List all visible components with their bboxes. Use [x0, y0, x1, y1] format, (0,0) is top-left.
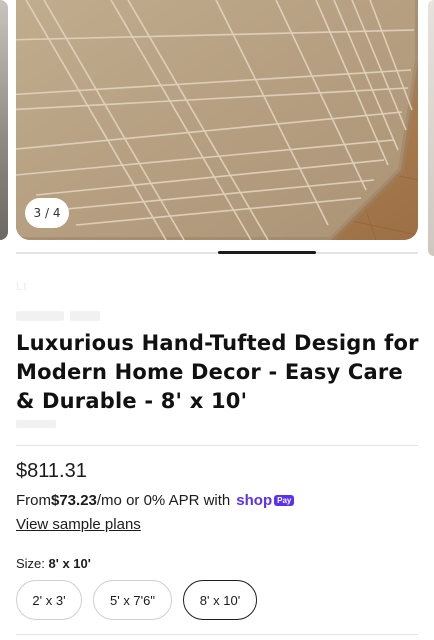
- product-image[interactable]: [16, 0, 418, 240]
- view-sample-plans-link[interactable]: View sample plans: [16, 516, 141, 533]
- rug-photo: [16, 0, 418, 240]
- size-option-2x3[interactable]: 2' x 3': [16, 580, 82, 620]
- product-gallery[interactable]: 3 / 4: [0, 0, 434, 256]
- shop-pay-wordmark: shop: [236, 492, 273, 509]
- installments-prefix: From: [16, 492, 51, 509]
- divider: [16, 445, 418, 446]
- size-option-5x7-6[interactable]: 5' x 7'6": [93, 580, 172, 620]
- size-label: Size: 8' x 10': [16, 556, 91, 571]
- gallery-scroll-indicator: [218, 251, 316, 254]
- size-option-8x10[interactable]: 8' x 10': [183, 580, 257, 620]
- image-counter: 3 / 4: [25, 198, 69, 228]
- faded-placeholder: [16, 420, 56, 428]
- product-title: Luxurious Hand-Tufted Design for Modern …: [16, 331, 419, 413]
- installments-info: From $73.23/mo or 0% APR with shop Pay: [16, 492, 295, 509]
- installments-amount: $73.23: [51, 492, 97, 509]
- divider: [16, 634, 418, 635]
- faded-subtitle: [16, 306, 126, 321]
- gallery-scroll-track: [16, 251, 418, 254]
- selected-size: 8' x 10': [48, 556, 91, 571]
- vendor-label: Lt: [16, 280, 29, 293]
- product-price: $811.31: [16, 460, 87, 482]
- next-image-peek[interactable]: [428, 0, 434, 256]
- shop-pay-logo: shop Pay: [236, 492, 295, 509]
- shop-pay-badge: Pay: [274, 495, 295, 506]
- installments-suffix: /mo or 0% APR with: [96, 492, 231, 509]
- size-options: 2' x 3' 5' x 7'6" 8' x 10': [16, 580, 268, 620]
- size-label-text: Size:: [16, 556, 45, 571]
- previous-image-peek[interactable]: [0, 0, 8, 240]
